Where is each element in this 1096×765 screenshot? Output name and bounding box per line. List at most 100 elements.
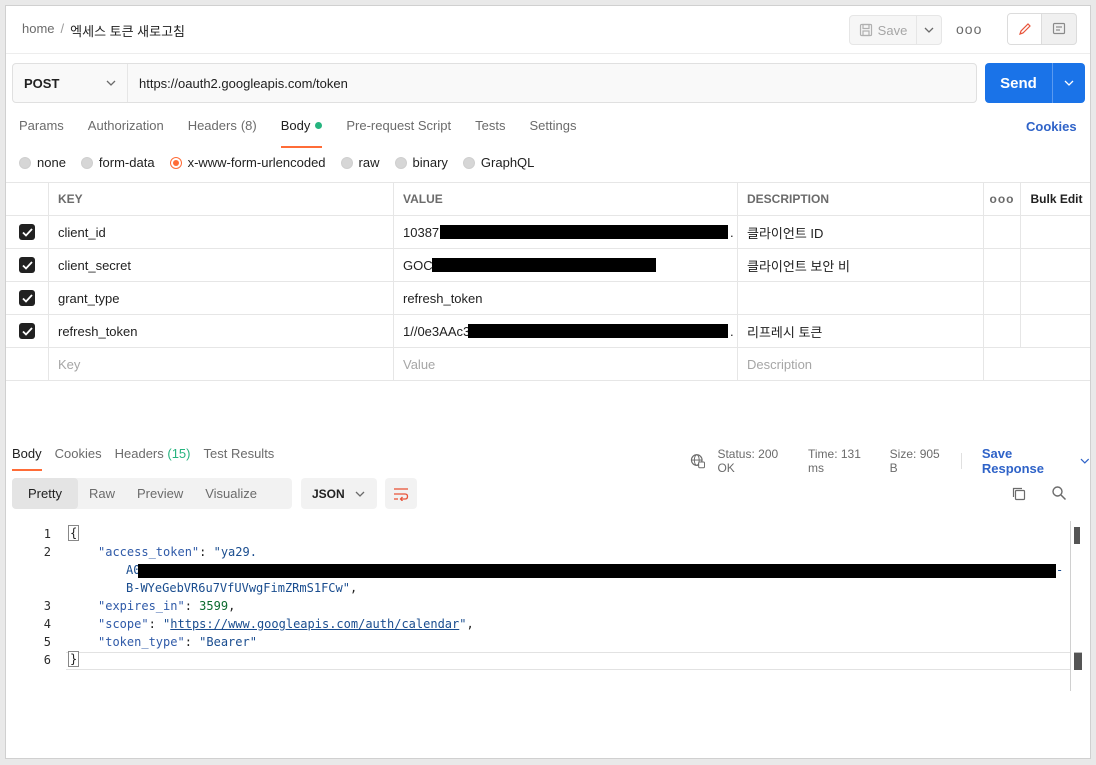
status-indicator[interactable]: Status: 200 OK [717, 447, 796, 475]
time-indicator[interactable]: Time: 131 ms [808, 447, 878, 475]
table-header-row: KEY VALUE DESCRIPTION ooo Bulk Edit [6, 183, 1090, 216]
view-preview[interactable]: Preview [126, 478, 194, 509]
row-spacer-cell [1021, 216, 1090, 248]
edit-mode-button[interactable] [1008, 14, 1043, 44]
tab-test-results[interactable]: Test Results [204, 446, 275, 461]
format-select[interactable]: JSON [301, 478, 377, 509]
radio-circle [80, 156, 93, 169]
param-value-cell[interactable]: 10387. [394, 216, 738, 248]
tab-response-headers[interactable]: Headers (15) [115, 446, 191, 461]
view-pretty[interactable]: Pretty [12, 478, 78, 509]
radio-graphql[interactable]: GraphQL [462, 155, 535, 170]
param-description-cell[interactable]: 클라이언트 보안 비 [738, 249, 984, 281]
response-tabs: Body Cookies Headers (15) Test Results [12, 446, 287, 471]
row-checkbox[interactable] [19, 290, 35, 306]
view-raw[interactable]: Raw [78, 478, 126, 509]
size-indicator[interactable]: Size: 905 B [890, 447, 949, 475]
tab-settings[interactable]: Settings [529, 118, 576, 142]
param-value-cell[interactable]: 1//0e3AAc3. [394, 315, 738, 347]
save-button[interactable]: Save [850, 16, 917, 44]
breadcrumb: home / 엑세스 토큰 새로고침 [22, 21, 185, 40]
row-spacer-cell [1021, 249, 1090, 281]
param-description-cell[interactable]: 리프레시 토큰 [738, 315, 984, 347]
radio-raw[interactable]: raw [340, 155, 380, 170]
tab-headers[interactable]: Headers (8) [188, 118, 257, 142]
tab-label: Params [19, 118, 64, 133]
tab-label: Tests [475, 118, 506, 133]
document-icon [1052, 22, 1066, 35]
row-checkbox[interactable] [19, 323, 35, 339]
tab-body[interactable]: Body [280, 118, 323, 148]
line-number: 2 [43, 545, 51, 559]
code-line: "expires_in": 3599, [98, 599, 236, 613]
row-checkbox[interactable] [19, 224, 35, 240]
radio-label: GraphQL [480, 155, 535, 170]
documentation-button[interactable] [1042, 14, 1076, 44]
param-key-cell[interactable]: client_id [49, 216, 394, 248]
view-visualize[interactable]: Visualize [194, 478, 268, 509]
active-line-highlight [66, 652, 1071, 670]
request-name[interactable]: 엑세스 토큰 새로고침 [70, 21, 185, 40]
param-key-cell[interactable]: refresh_token [49, 315, 394, 347]
row-checkbox[interactable] [19, 257, 35, 273]
save-response-button[interactable]: Save Response [982, 446, 1090, 476]
radio-form-data[interactable]: form-data [80, 155, 155, 170]
radio-label: binary [412, 155, 448, 170]
copy-icon [1012, 487, 1026, 501]
param-value-cell[interactable]: refresh_token [394, 282, 738, 314]
editor-scrollbar-thumb[interactable] [1074, 527, 1080, 544]
value-ellipsis: . [730, 324, 734, 339]
send-dropdown-button[interactable] [1053, 63, 1085, 103]
copy-button[interactable] [1011, 486, 1027, 505]
row-spacer-cell [984, 315, 1021, 347]
tab-params[interactable]: Params [19, 118, 64, 142]
url-input[interactable]: https://oauth2.googleapis.com/token [128, 64, 348, 102]
new-key-input[interactable]: Key [49, 348, 394, 380]
method-select[interactable]: POST [13, 64, 128, 102]
response-body-editor[interactable]: 1 2 3 4 5 6 { "access_token": "ya29. A0 … [6, 521, 1090, 691]
row-spacer-cell [984, 249, 1021, 281]
param-value: 10387 [403, 224, 440, 240]
column-options-button[interactable]: ooo [984, 183, 1021, 215]
check-icon [21, 293, 33, 303]
row-checkbox-cell [6, 348, 49, 380]
param-value-cell[interactable]: GOC [394, 249, 738, 281]
save-dropdown-button[interactable] [917, 16, 941, 44]
param-description-cell[interactable]: 클라이언트 ID [738, 216, 984, 248]
divider [960, 453, 962, 469]
radio-none[interactable]: none [19, 155, 66, 170]
status-label: Status: [717, 447, 755, 461]
param-key-cell[interactable]: client_secret [49, 249, 394, 281]
view-toggle [1007, 13, 1077, 45]
size-label: Size: [889, 447, 917, 461]
breadcrumb-separator: / [60, 21, 65, 36]
param-key-cell[interactable]: grant_type [49, 282, 394, 314]
chevron-down-icon [106, 80, 116, 86]
more-actions-button[interactable]: ooo [956, 18, 981, 40]
tab-pre-request-script[interactable]: Pre-request Script [346, 118, 451, 142]
tab-response-body[interactable]: Body [12, 446, 42, 471]
check-icon [21, 227, 33, 237]
redacted-block [432, 258, 656, 272]
breadcrumb-home[interactable]: home [22, 21, 55, 40]
new-value-input[interactable]: Value [394, 348, 738, 380]
bulk-edit-button[interactable]: Bulk Edit [1021, 183, 1090, 215]
globe-icon[interactable] [690, 453, 705, 469]
radio-label: none [37, 155, 66, 170]
wrap-lines-button[interactable] [385, 478, 417, 509]
search-button[interactable] [1051, 485, 1067, 504]
chevron-down-icon [355, 491, 365, 497]
send-button[interactable]: Send [985, 63, 1053, 103]
value-ellipsis: . [730, 225, 734, 240]
radio-circle [462, 156, 475, 169]
tab-tests[interactable]: Tests [475, 118, 505, 142]
new-description-input[interactable]: Description [738, 348, 984, 380]
radio-binary[interactable]: binary [394, 155, 448, 170]
tab-response-cookies[interactable]: Cookies [55, 446, 102, 461]
param-description-cell[interactable] [738, 282, 984, 314]
cookies-link[interactable]: Cookies [1026, 119, 1077, 134]
tab-authorization[interactable]: Authorization [88, 118, 164, 142]
tab-label: Pre-request Script [346, 118, 452, 133]
radio-urlencoded[interactable]: x-www-form-urlencoded [169, 155, 326, 170]
scope-link[interactable]: https://www.googleapis.com/auth/calendar [170, 617, 459, 631]
